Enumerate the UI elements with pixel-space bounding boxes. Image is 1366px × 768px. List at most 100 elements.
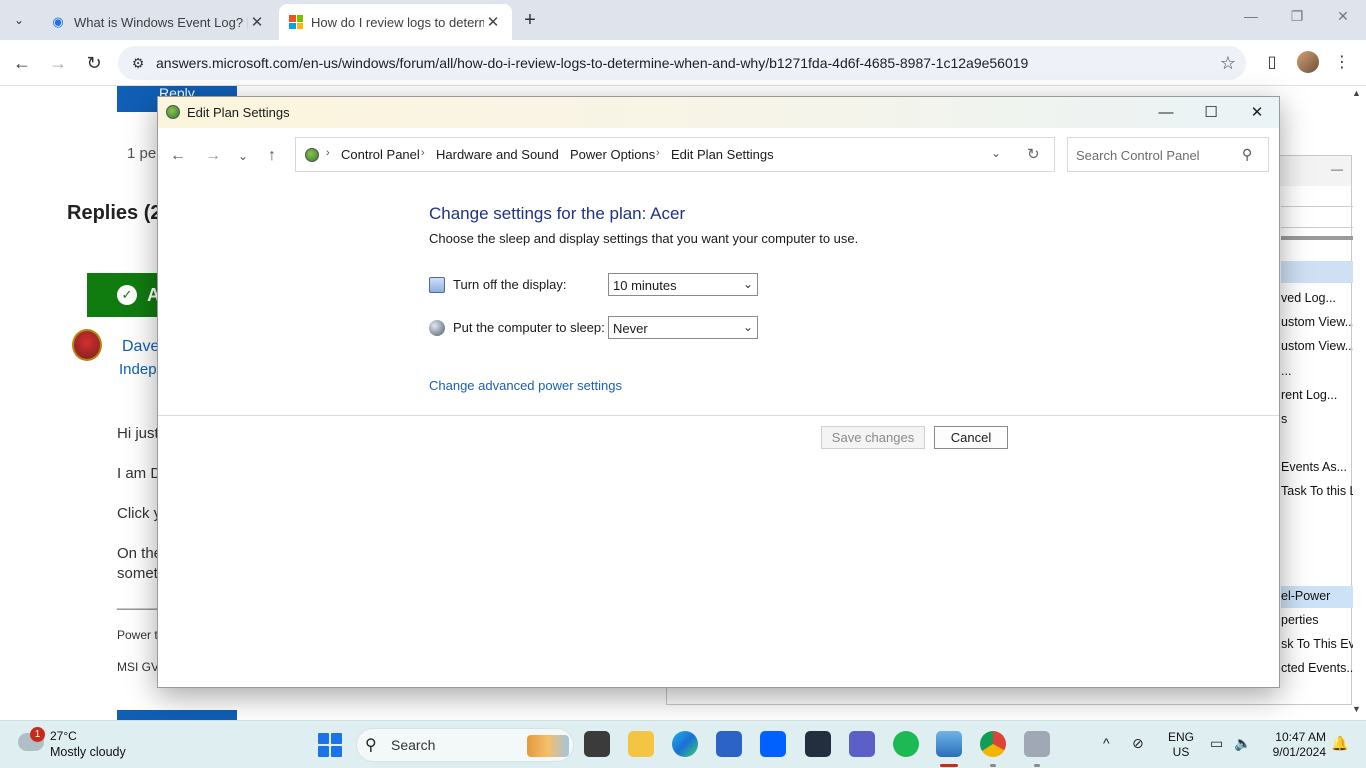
- chevron-right-icon[interactable]: ›: [326, 147, 330, 159]
- minimize-icon[interactable]: —: [1143, 101, 1189, 125]
- clock[interactable]: 10:47 AM 9/01/2024: [1264, 730, 1326, 760]
- checkmark-icon: ✓: [117, 285, 137, 305]
- crumb-edit-plan-settings[interactable]: Edit Plan Settings: [671, 147, 774, 162]
- tab-event-log[interactable]: ◉ What is Windows Event Log? | D ✕: [40, 4, 276, 40]
- dropbox-icon[interactable]: [760, 731, 786, 757]
- language-indicator[interactable]: ENG US: [1168, 730, 1194, 760]
- back-arrow-icon[interactable]: ←: [165, 145, 191, 167]
- close-tab-icon[interactable]: ✕: [248, 13, 266, 31]
- ev-action[interactable]: sk To This Event...: [1281, 637, 1353, 651]
- control-panel-taskbar-icon[interactable]: [936, 731, 962, 757]
- search-control-panel[interactable]: ⚲: [1067, 137, 1269, 172]
- refresh-icon[interactable]: ↻: [1027, 145, 1040, 163]
- tab-title: How do I review logs to determ: [311, 14, 484, 30]
- ev-action[interactable]: Task To this Log...: [1281, 484, 1353, 498]
- bookmark-star-icon[interactable]: ☆: [1210, 53, 1246, 74]
- display-timeout-select[interactable]: 10 minutes ⌄: [608, 273, 758, 296]
- volume-icon[interactable]: 🔈: [1234, 735, 1251, 752]
- task-view-icon[interactable]: [584, 731, 610, 757]
- people-count: 1 pe: [127, 145, 157, 162]
- browser-close-icon[interactable]: ✕: [1320, 8, 1366, 25]
- page-title: Change settings for the plan: Acer: [429, 204, 686, 223]
- advanced-power-settings-link[interactable]: Change advanced power settings: [429, 378, 622, 393]
- side-panel-icon[interactable]: ▯: [1260, 52, 1284, 74]
- edge-icon[interactable]: [672, 731, 698, 757]
- profile-avatar[interactable]: [1297, 51, 1319, 73]
- forward-arrow-icon[interactable]: →: [44, 50, 72, 76]
- body-line: I am D: [117, 465, 162, 482]
- crumb-power-options[interactable]: Power Options: [570, 147, 655, 162]
- chrome-icon[interactable]: [980, 731, 1006, 757]
- author-name[interactable]: Dave: [122, 338, 159, 356]
- tab-search-chevron-icon[interactable]: ⌄: [6, 8, 32, 32]
- ev-action[interactable]: cted Events...: [1281, 661, 1353, 675]
- store-icon[interactable]: [716, 731, 742, 757]
- crumb-hardware-and-sound[interactable]: Hardware and Sound: [436, 147, 559, 162]
- site-info-icon[interactable]: ⚙: [122, 55, 154, 72]
- address-dropdown-icon[interactable]: ⌄: [991, 146, 1001, 160]
- notification-bell-icon[interactable]: 🔔: [1331, 735, 1348, 752]
- new-tab-plus-icon[interactable]: +: [518, 8, 542, 32]
- divider: [158, 415, 1279, 416]
- chevron-right-icon[interactable]: ›: [656, 147, 660, 159]
- taskbar-search[interactable]: ⚲ Search: [356, 728, 574, 762]
- running-app-indicator: [990, 764, 996, 767]
- ev-action[interactable]: ...: [1281, 364, 1353, 378]
- teams-icon[interactable]: [849, 731, 875, 757]
- forward-arrow-icon[interactable]: →: [200, 145, 226, 167]
- ev-action[interactable]: ved Log...: [1281, 291, 1353, 305]
- ev-action[interactable]: ustom View...: [1281, 339, 1353, 353]
- bottom-button[interactable]: [117, 710, 237, 720]
- event-viewer-taskbar-icon[interactable]: [1024, 731, 1050, 757]
- event-viewer-minimize-icon[interactable]: —: [1331, 162, 1343, 176]
- breadcrumb[interactable]: › Control Panel › Hardware and Sound › P…: [295, 137, 1055, 172]
- crumb-control-panel[interactable]: Control Panel: [341, 147, 420, 162]
- active-app-indicator: [940, 764, 958, 767]
- ev-action[interactable]: rent Log...: [1281, 388, 1353, 402]
- search-input[interactable]: [1076, 146, 1236, 164]
- tab-review-logs[interactable]: How do I review logs to determ ✕: [279, 4, 512, 40]
- dialog-titlebar: Edit Plan Settings — ☐ ✕: [158, 97, 1279, 128]
- weather-description[interactable]: Mostly cloudy: [50, 745, 126, 759]
- running-app-indicator: [1034, 764, 1040, 767]
- close-tab-icon[interactable]: ✕: [484, 13, 502, 31]
- body-line: Hi just: [117, 425, 159, 442]
- scroll-down-icon[interactable]: ▼: [1352, 704, 1361, 714]
- cancel-button[interactable]: Cancel: [934, 426, 1008, 449]
- scroll-up-icon[interactable]: ▲: [1352, 88, 1361, 98]
- ev-action[interactable]: Events As...: [1281, 460, 1353, 474]
- browser-restore-icon[interactable]: ❐: [1274, 8, 1320, 25]
- sleep-timeout-select[interactable]: Never ⌄: [608, 316, 758, 339]
- network-off-icon[interactable]: ⊘: [1132, 735, 1144, 752]
- address-bar[interactable]: ⚙ answers.microsoft.com/en-us/windows/fo…: [118, 46, 1246, 80]
- search-icon[interactable]: ⚲: [1242, 146, 1252, 163]
- ev-action[interactable]: ustom View...: [1281, 315, 1353, 329]
- browser-minimize-icon[interactable]: —: [1228, 8, 1274, 24]
- menu-kebab-icon[interactable]: ⋮: [1330, 52, 1354, 74]
- recent-locations-chevron-icon[interactable]: ⌄: [230, 145, 256, 167]
- ev-action[interactable]: perties: [1281, 613, 1353, 627]
- reload-icon[interactable]: ↻: [80, 50, 108, 76]
- save-changes-button[interactable]: Save changes: [821, 426, 925, 449]
- show-hidden-icons-chevron-icon[interactable]: ^: [1103, 735, 1110, 751]
- display-monitor-icon[interactable]: ▭: [1210, 735, 1223, 752]
- file-explorer-icon[interactable]: [628, 731, 654, 757]
- sleep-timeout-value: Never: [613, 321, 648, 336]
- up-arrow-icon[interactable]: ↑: [259, 145, 285, 167]
- chevron-right-icon[interactable]: ›: [421, 147, 425, 159]
- chevron-down-icon: ⌄: [742, 277, 753, 291]
- back-arrow-icon[interactable]: ←: [8, 50, 36, 76]
- close-icon[interactable]: ✕: [1234, 101, 1280, 125]
- chevron-right-icon[interactable]: ›: [555, 147, 559, 159]
- author-avatar[interactable]: [72, 329, 102, 361]
- maximize-icon[interactable]: ☐: [1188, 101, 1234, 125]
- ev-action[interactable]: el-Power: [1281, 589, 1353, 603]
- taskbar: 1 27°C Mostly cloudy ⚲ Search ^ ⊘ ENG US…: [0, 720, 1366, 768]
- body-line: somet: [117, 565, 158, 582]
- ev-action[interactable]: s: [1281, 412, 1353, 426]
- temperature[interactable]: 27°C: [50, 729, 77, 743]
- windows-start-icon[interactable]: [318, 733, 342, 757]
- ev-toolbar: [1281, 206, 1353, 228]
- amazon-icon[interactable]: [805, 731, 831, 757]
- spotify-icon[interactable]: [893, 731, 919, 757]
